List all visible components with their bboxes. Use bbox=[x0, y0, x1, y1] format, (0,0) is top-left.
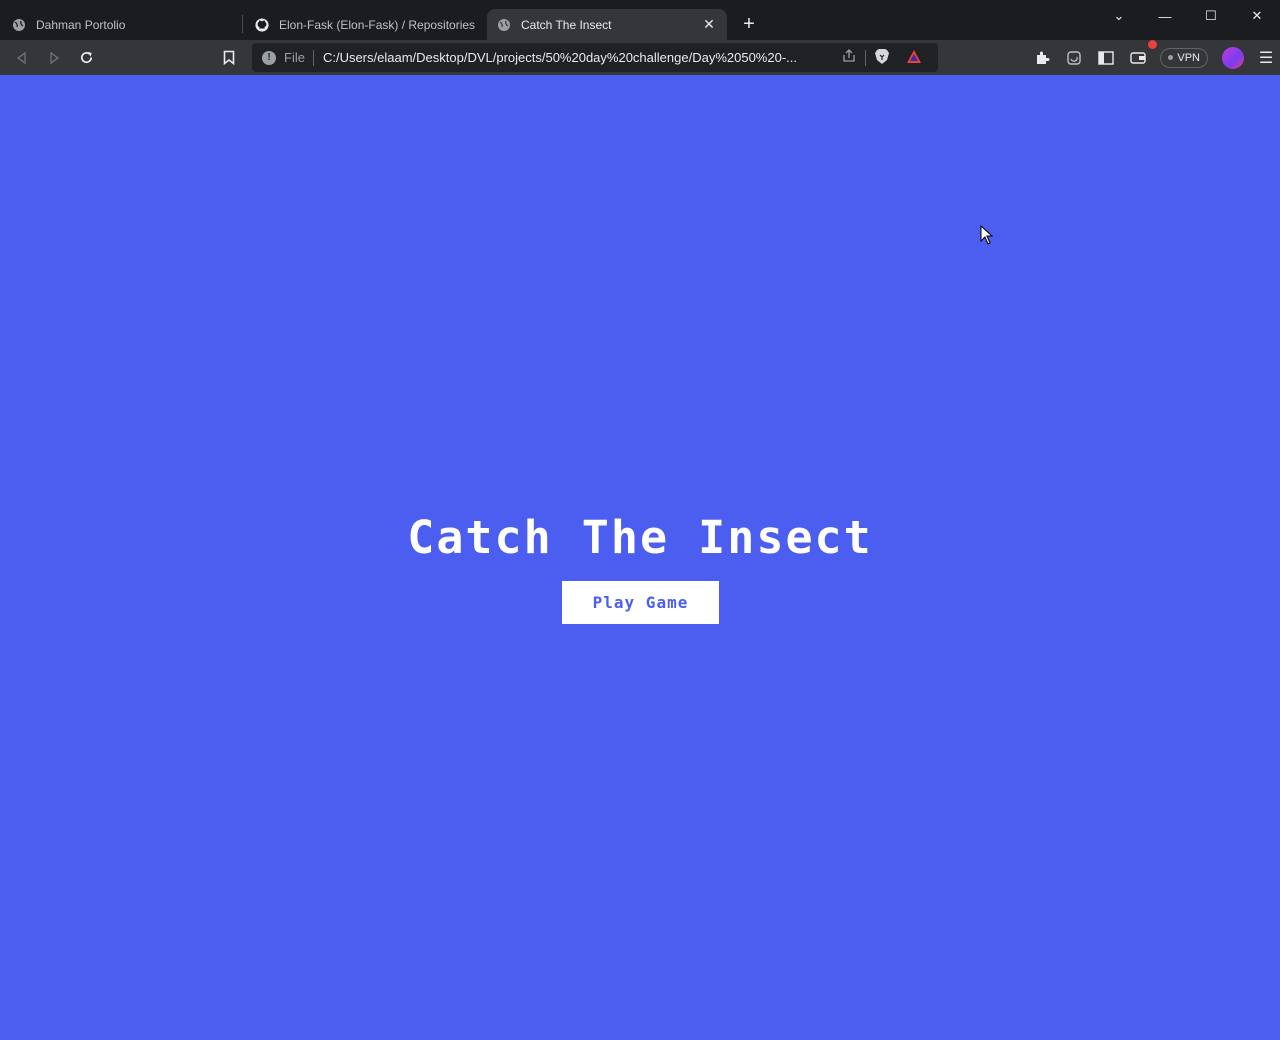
brave-shields-icon[interactable] bbox=[866, 48, 898, 68]
minimize-button[interactable]: — bbox=[1142, 0, 1188, 32]
tab-github-repositories[interactable]: Elon-Fask (Elon-Fask) / Repositories bbox=[245, 9, 485, 40]
game-page: Catch The Insect Play Game bbox=[0, 75, 1280, 1040]
share-icon[interactable] bbox=[833, 49, 865, 66]
bookmark-icon bbox=[223, 50, 235, 65]
tab-dahman-portolio[interactable]: Dahman Portolio bbox=[2, 9, 242, 40]
toolbar-right-actions: VPN ☰ bbox=[1026, 39, 1280, 75]
site-info-icon[interactable]: ! bbox=[262, 50, 276, 65]
forward-icon bbox=[50, 51, 60, 64]
tab-title: Elon-Fask (Elon-Fask) / Repositories bbox=[279, 17, 475, 32]
address-bar-actions bbox=[833, 43, 930, 72]
tab-catch-the-insect[interactable]: Catch The Insect ✕ bbox=[487, 9, 727, 40]
tab-title: Catch The Insect bbox=[521, 17, 612, 32]
tab-divider bbox=[242, 15, 243, 33]
tab-strip: Dahman Portolio Elon-Fask (Elon-Fask) / … bbox=[0, 0, 1280, 40]
globe-icon bbox=[12, 18, 26, 32]
wallet-icon[interactable] bbox=[1122, 39, 1158, 72]
brave-rewards-icon[interactable] bbox=[898, 49, 930, 67]
extensions-icon[interactable] bbox=[1026, 44, 1058, 72]
forward-button[interactable] bbox=[38, 44, 70, 72]
tab-title: Dahman Portolio bbox=[36, 17, 126, 32]
github-icon bbox=[255, 17, 269, 32]
sync-icon[interactable] bbox=[1058, 44, 1090, 72]
new-tab-button[interactable]: + bbox=[735, 10, 763, 38]
back-icon bbox=[16, 51, 26, 64]
url-text[interactable]: C:/Users/elaam/Desktop/DVL/projects/50%2… bbox=[323, 50, 828, 65]
vpn-label: VPN bbox=[1177, 51, 1200, 64]
vpn-button[interactable]: VPN bbox=[1160, 47, 1208, 68]
browser-toolbar: ! File C:/Users/elaam/Desktop/DVL/projec… bbox=[0, 39, 1280, 75]
reload-button[interactable] bbox=[70, 44, 102, 72]
tab-search-icon[interactable]: ⌄ bbox=[1096, 0, 1142, 32]
close-window-button[interactable]: ✕ bbox=[1234, 0, 1280, 32]
address-bar[interactable]: ! File C:/Users/elaam/Desktop/DVL/projec… bbox=[252, 43, 938, 72]
url-scheme-label: File bbox=[284, 50, 305, 65]
globe-icon bbox=[497, 18, 511, 32]
notification-badge bbox=[1148, 39, 1158, 49]
sidebar-icon[interactable] bbox=[1090, 44, 1122, 72]
close-tab-icon[interactable]: ✕ bbox=[701, 16, 717, 33]
reload-icon bbox=[80, 51, 92, 64]
play-game-button[interactable]: Play Game bbox=[562, 581, 719, 624]
game-title: Catch The Insect bbox=[407, 511, 873, 564]
bookmark-button[interactable] bbox=[213, 43, 245, 71]
maximize-button[interactable]: ☐ bbox=[1188, 0, 1234, 32]
divider bbox=[312, 49, 314, 66]
profile-avatar[interactable] bbox=[1222, 46, 1244, 69]
vpn-status-dot bbox=[1168, 55, 1174, 60]
window-controls: ⌄ — ☐ ✕ bbox=[1096, 0, 1280, 32]
back-button[interactable] bbox=[6, 44, 38, 72]
menu-icon[interactable]: ☰ bbox=[1252, 44, 1280, 72]
